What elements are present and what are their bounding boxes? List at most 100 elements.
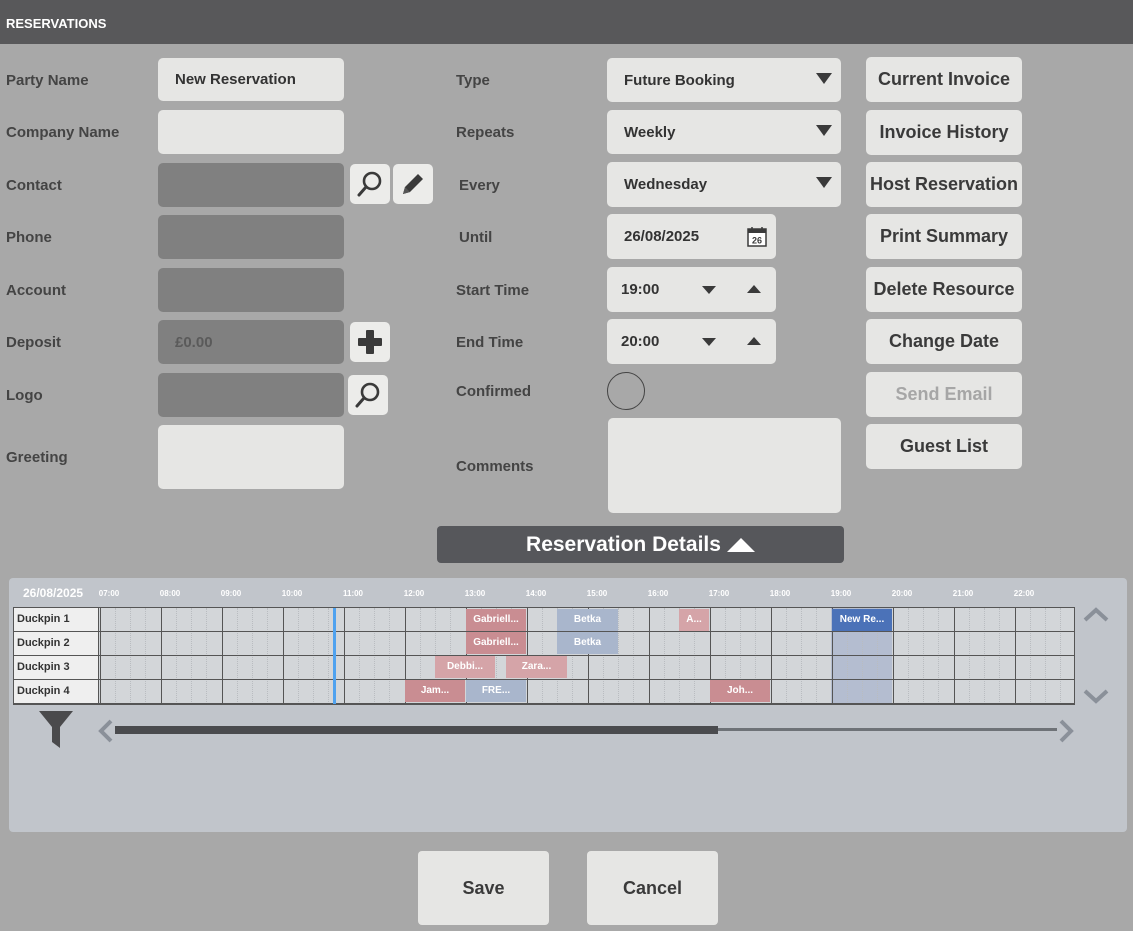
comments-textarea[interactable] bbox=[608, 418, 841, 513]
hour-label: 08:00 bbox=[159, 589, 181, 598]
window-title: RESERVATIONS bbox=[0, 0, 1133, 44]
hour-label: 11:00 bbox=[342, 589, 364, 598]
change-date-button[interactable]: Change Date bbox=[866, 319, 1022, 364]
booking-block[interactable]: Gabriell... bbox=[466, 632, 526, 654]
logo-search-button[interactable] bbox=[348, 375, 388, 415]
filter-icon[interactable] bbox=[38, 710, 74, 750]
delete-resource-button[interactable]: Delete Resource bbox=[866, 267, 1022, 312]
booking-block[interactable]: Gabriell... bbox=[466, 609, 526, 631]
booking-block[interactable]: Joh... bbox=[710, 680, 770, 702]
confirmed-label: Confirmed bbox=[456, 383, 531, 400]
guest-list-button[interactable]: Guest List bbox=[866, 424, 1022, 469]
type-select[interactable]: Future Booking bbox=[607, 58, 841, 102]
schedule-row-duckpin-1: Duckpin 1 Gabriell... Betka A... New Re.… bbox=[14, 608, 1074, 632]
end-time-decrement-icon[interactable] bbox=[702, 338, 716, 346]
host-reservation-button[interactable]: Host Reservation bbox=[866, 162, 1022, 207]
account-label: Account bbox=[6, 282, 66, 299]
party-name-input[interactable]: New Reservation bbox=[158, 58, 344, 101]
company-name-label: Company Name bbox=[6, 124, 120, 141]
invoice-history-button[interactable]: Invoice History bbox=[866, 110, 1022, 155]
hour-label: 12:00 bbox=[403, 589, 425, 598]
contact-search-button[interactable] bbox=[350, 164, 390, 204]
print-summary-button[interactable]: Print Summary bbox=[866, 214, 1022, 259]
repeats-select-value: Weekly bbox=[624, 123, 676, 141]
hour-label: 21:00 bbox=[952, 589, 974, 598]
booking-block-current[interactable]: New Re... bbox=[832, 609, 892, 631]
send-email-button[interactable]: Send Email bbox=[866, 372, 1022, 417]
contact-input[interactable] bbox=[158, 163, 344, 207]
calendar-icon[interactable]: 26 bbox=[747, 226, 767, 247]
booking-block[interactable]: A... bbox=[679, 609, 709, 631]
until-label: Until bbox=[459, 229, 493, 246]
phone-input[interactable] bbox=[158, 215, 344, 259]
add-deposit-button[interactable] bbox=[350, 322, 390, 362]
every-label: Every bbox=[459, 177, 500, 194]
contact-label: Contact bbox=[6, 177, 62, 194]
horizontal-scroll-thumb[interactable] bbox=[115, 726, 718, 734]
contact-edit-button[interactable] bbox=[393, 164, 433, 204]
hour-label: 22:00 bbox=[1013, 589, 1035, 598]
end-time-label: End Time bbox=[456, 334, 524, 351]
start-time-increment-icon[interactable] bbox=[747, 285, 761, 293]
reservation-details-label: Reservation Details bbox=[526, 532, 721, 556]
plus-icon bbox=[358, 330, 382, 354]
start-time-label: Start Time bbox=[456, 282, 530, 299]
cancel-button[interactable]: Cancel bbox=[587, 851, 718, 925]
reservation-details-toggle[interactable]: Reservation Details bbox=[437, 526, 844, 563]
booking-block[interactable]: Betka bbox=[557, 609, 618, 631]
logo-input[interactable] bbox=[158, 373, 344, 417]
lane-label: Duckpin 3 bbox=[14, 656, 99, 679]
start-time-decrement-icon[interactable] bbox=[702, 286, 716, 294]
start-time-input[interactable]: 19:00 bbox=[607, 267, 776, 312]
hour-label: 14:00 bbox=[525, 589, 547, 598]
lane-label: Duckpin 2 bbox=[14, 632, 99, 655]
comments-label: Comments bbox=[456, 458, 534, 475]
booking-block[interactable]: Debbi... bbox=[435, 656, 495, 678]
deposit-label: Deposit bbox=[6, 334, 62, 351]
schedule-date: 26/08/2025 bbox=[23, 586, 84, 600]
hour-label: 09:00 bbox=[220, 589, 242, 598]
booking-block[interactable]: FRE... bbox=[466, 680, 526, 702]
chevron-down-icon bbox=[816, 177, 832, 188]
hour-label: 16:00 bbox=[647, 589, 669, 598]
party-name-label: Party Name bbox=[6, 72, 89, 89]
chevron-up-icon[interactable] bbox=[1082, 607, 1110, 623]
schedule-row-duckpin-3: Duckpin 3 Debbi... Zara... bbox=[14, 656, 1074, 680]
type-select-value: Future Booking bbox=[624, 71, 735, 89]
until-date-value: 26/08/2025 bbox=[624, 228, 700, 245]
until-date-input[interactable]: 26/08/2025 26 bbox=[607, 214, 776, 259]
resource-schedule: 26/08/2025 07:00 08:00 09:00 10:00 11:00 12:0… bbox=[9, 578, 1127, 832]
save-button[interactable]: Save bbox=[418, 851, 549, 925]
account-input[interactable] bbox=[158, 268, 344, 312]
end-time-increment-icon[interactable] bbox=[747, 337, 761, 345]
company-name-input[interactable] bbox=[158, 110, 344, 154]
logo-label: Logo bbox=[6, 387, 43, 404]
repeats-select[interactable]: Weekly bbox=[607, 110, 841, 154]
type-label: Type bbox=[456, 72, 490, 89]
chevron-left-icon[interactable] bbox=[97, 718, 115, 744]
hour-label: 10:00 bbox=[281, 589, 303, 598]
schedule-row-duckpin-2: Duckpin 2 Gabriell... Betka bbox=[14, 632, 1074, 656]
deposit-input[interactable]: £0.00 bbox=[158, 320, 344, 364]
booking-block[interactable]: Jam... bbox=[405, 680, 465, 702]
current-invoice-button[interactable]: Current Invoice bbox=[866, 57, 1022, 102]
hour-label: 19:00 bbox=[830, 589, 852, 598]
current-time-indicator bbox=[333, 608, 336, 704]
chevron-down-icon bbox=[816, 125, 832, 136]
phone-label: Phone bbox=[6, 229, 52, 246]
search-icon bbox=[355, 382, 380, 408]
end-time-value: 20:00 bbox=[621, 333, 660, 350]
end-time-input[interactable]: 20:00 bbox=[607, 319, 776, 364]
every-select[interactable]: Wednesday bbox=[607, 162, 841, 207]
chevron-down-icon[interactable] bbox=[1082, 688, 1110, 704]
every-select-value: Wednesday bbox=[624, 176, 708, 193]
confirmed-toggle[interactable] bbox=[607, 372, 645, 410]
hour-label: 13:00 bbox=[464, 589, 486, 598]
greeting-input[interactable] bbox=[158, 425, 344, 489]
booking-block[interactable]: Zara... bbox=[506, 656, 567, 678]
search-icon bbox=[357, 171, 382, 197]
hour-label: 17:00 bbox=[708, 589, 730, 598]
chevron-right-icon[interactable] bbox=[1057, 718, 1075, 744]
repeats-label: Repeats bbox=[456, 124, 515, 141]
booking-block[interactable]: Betka bbox=[557, 632, 618, 654]
